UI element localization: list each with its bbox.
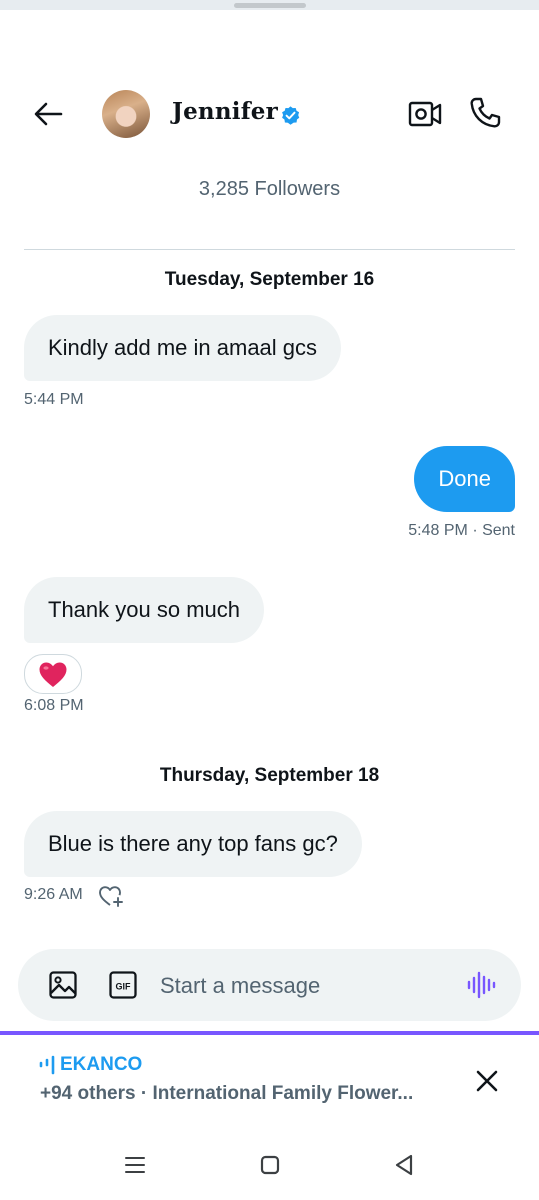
back-nav-icon[interactable] — [389, 1150, 419, 1180]
recent-apps-icon[interactable] — [120, 1150, 150, 1180]
voice-message-icon[interactable] — [466, 970, 496, 1000]
follower-count: 3,285 Followers — [198, 178, 341, 200]
home-icon[interactable] — [255, 1150, 285, 1180]
incoming-message[interactable]: Thank you so much — [24, 577, 264, 643]
gif-icon[interactable]: GIF — [109, 971, 137, 999]
avatar[interactable] — [102, 90, 150, 138]
message-composer: GIF — [18, 949, 521, 1021]
date-separator: Thursday, September 18 — [159, 765, 380, 786]
verified-badge-icon — [282, 106, 300, 125]
banner-brand[interactable]: EKANCO — [38, 1054, 142, 1076]
video-call-icon[interactable] — [408, 98, 442, 130]
audio-space-icon — [39, 1055, 55, 1075]
close-icon[interactable] — [470, 1064, 504, 1098]
outgoing-message[interactable]: Done — [414, 446, 515, 512]
image-icon[interactable] — [48, 970, 78, 1000]
gif-label: GIF — [116, 982, 132, 992]
heart-reaction-icon — [39, 662, 67, 687]
gif-icon-frame: GIF — [109, 971, 137, 999]
back-arrow-icon — [34, 102, 63, 126]
add-reaction-icon[interactable] — [98, 884, 124, 908]
system-nav-bar — [0, 1130, 539, 1200]
message-timestamp: 5:48 PM · Sent — [408, 522, 515, 539]
contact-name[interactable]: Jennifer — [172, 98, 278, 125]
reaction-badge[interactable] — [24, 654, 82, 694]
message-timestamp: 5:44 PM — [24, 391, 84, 408]
message-input[interactable] — [158, 965, 462, 1007]
back-button[interactable] — [28, 94, 68, 134]
date-separator: Tuesday, September 16 — [164, 269, 375, 290]
banner-subtitle: +94 others · International Family Flower… — [40, 1083, 414, 1104]
space-banner[interactable]: EKANCO +94 others · International Family… — [0, 1035, 539, 1130]
incoming-message[interactable]: Blue is there any top fans gc? — [24, 811, 362, 877]
phone-call-icon[interactable] — [468, 96, 502, 130]
message-timestamp: 6:08 PM — [24, 697, 84, 714]
conversation-header: Jennifer — [0, 80, 539, 146]
grab-handle[interactable] — [234, 3, 306, 8]
banner-title: EKANCO — [60, 1054, 143, 1075]
divider — [24, 249, 515, 250]
incoming-message[interactable]: Kindly add me in amaal gcs — [24, 315, 342, 381]
message-timestamp: 9:26 AM — [24, 886, 83, 903]
